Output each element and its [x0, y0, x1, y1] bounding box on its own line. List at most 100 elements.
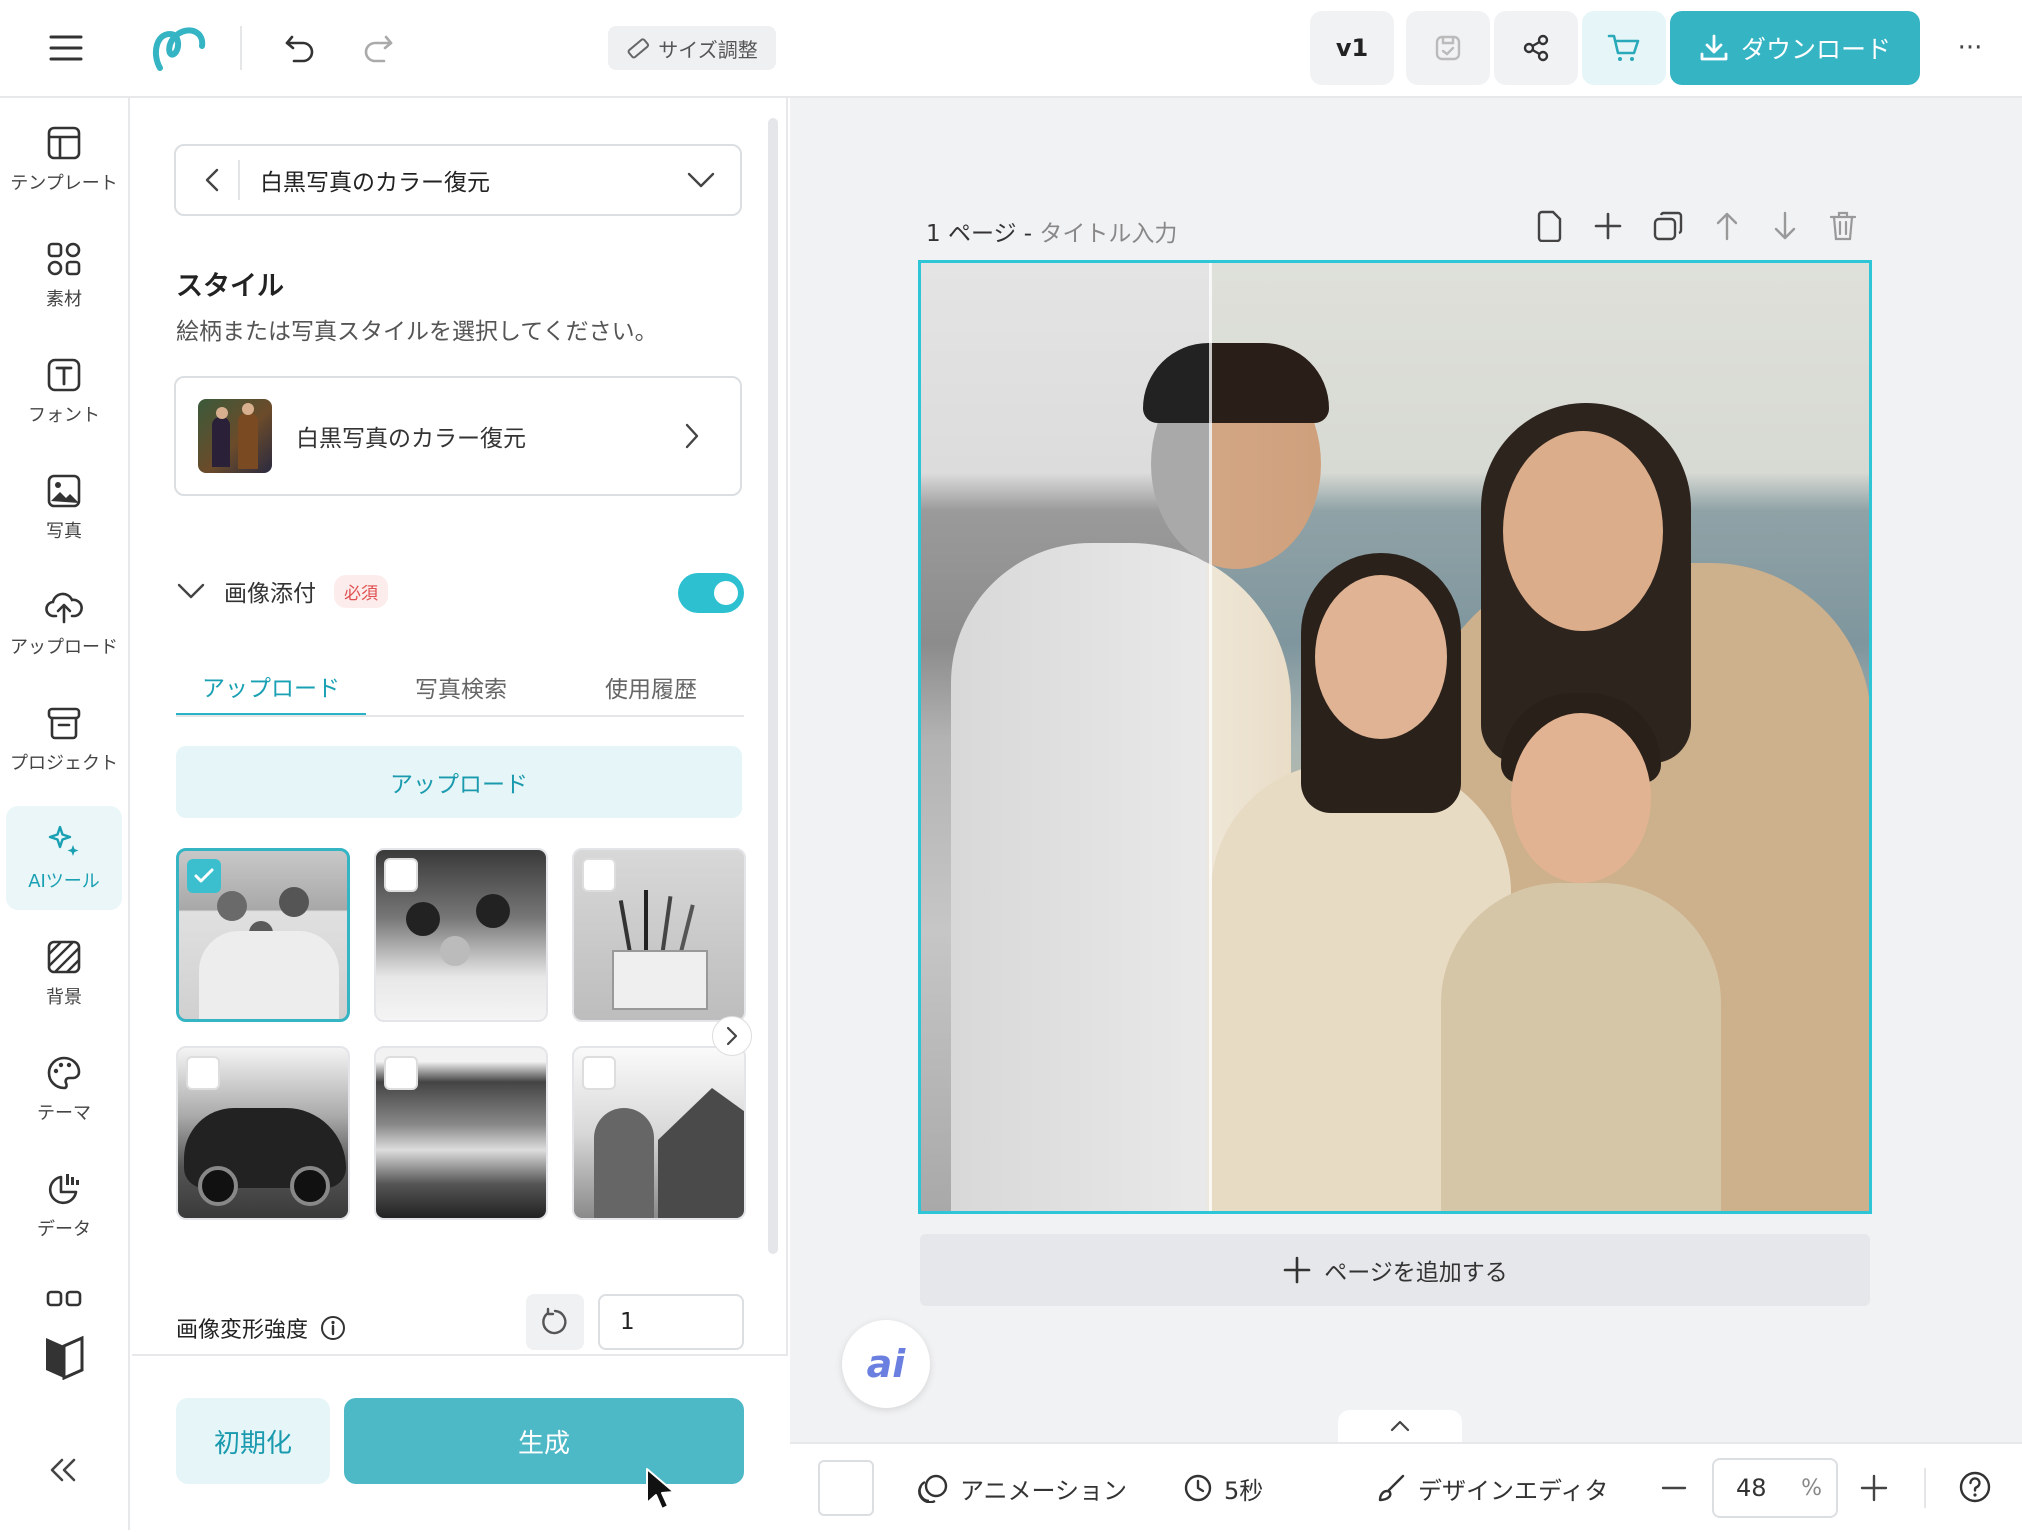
share-button[interactable]: [1494, 11, 1578, 85]
strength-reset-button[interactable]: [526, 1294, 584, 1350]
checkbox-checked[interactable]: [187, 859, 221, 893]
image-thumbnail[interactable]: [176, 848, 350, 1022]
image-thumbnail[interactable]: [374, 1046, 548, 1220]
person-boy: [1441, 883, 1721, 1211]
logo-icon[interactable]: [148, 22, 210, 74]
version-label: v1: [1335, 34, 1369, 62]
rail-item-ai-tools[interactable]: AIツール: [6, 806, 122, 910]
image-thumbnail[interactable]: [572, 1046, 746, 1220]
download-label: ダウンロード: [1740, 35, 1891, 64]
strength-label: 画像変形強度: [176, 1318, 309, 1343]
arrow-down-icon[interactable]: [1770, 210, 1800, 242]
animation-button[interactable]: アニメーション: [916, 1444, 1127, 1532]
undo-icon[interactable]: [280, 28, 320, 68]
zoom-input[interactable]: 48 %: [1712, 1458, 1838, 1518]
rail-item-project[interactable]: プロジェクト: [6, 688, 122, 792]
tool-dropdown[interactable]: 白黒写真のカラー復元: [174, 144, 742, 216]
rail-item-theme[interactable]: テーマ: [6, 1038, 122, 1142]
page-title-input[interactable]: タイトル入力: [1039, 221, 1177, 247]
tab-history[interactable]: 使用履歴: [556, 658, 746, 716]
cart-button[interactable]: [1582, 11, 1666, 85]
father-hair: [1143, 343, 1329, 423]
image-thumbnail[interactable]: [572, 848, 746, 1022]
info-icon[interactable]: [320, 1315, 346, 1341]
thumbnails-next-button[interactable]: [712, 1016, 752, 1056]
attach-label: 画像添付: [224, 581, 316, 607]
ai-sparkle-icon: [46, 823, 82, 859]
redo-icon[interactable]: [358, 28, 398, 68]
expand-pages-button[interactable]: [1338, 1410, 1462, 1442]
zoom-out-icon[interactable]: [1660, 1474, 1688, 1502]
chevron-up-icon: [1390, 1420, 1410, 1432]
add-icon[interactable]: [1592, 210, 1624, 242]
image-thumbnail[interactable]: [176, 1046, 350, 1220]
tab-photo-search[interactable]: 写真検索: [366, 658, 556, 716]
download-button[interactable]: ダウンロード: [1670, 11, 1920, 85]
reset-button[interactable]: 初期化: [176, 1398, 330, 1484]
page-image[interactable]: [918, 260, 1872, 1214]
panel-actions: 初期化 生成: [132, 1354, 788, 1530]
save-button[interactable]: [1406, 11, 1490, 85]
checkbox[interactable]: [186, 1056, 220, 1090]
rail-item-upload[interactable]: アップロード: [6, 572, 122, 676]
generate-button[interactable]: 生成: [344, 1398, 744, 1484]
style-card[interactable]: 白黒写真のカラー復元: [174, 376, 742, 496]
plus-icon: [1282, 1255, 1312, 1285]
duplicate-icon[interactable]: [1652, 210, 1684, 242]
style-card-label: 白黒写真のカラー復元: [296, 426, 526, 452]
back-chevron-icon[interactable]: [204, 167, 220, 193]
rail-item-font[interactable]: フォント: [6, 340, 122, 444]
top-toolbar: サイズ調整 v1 ダウンロード ···: [0, 0, 2022, 98]
attach-section-header[interactable]: 画像添付 必須: [176, 574, 388, 608]
animation-label: アニメーション: [960, 1476, 1128, 1505]
design-editor-button[interactable]: デザインエディタ: [1376, 1444, 1608, 1532]
rail-item-elements[interactable]: 素材: [6, 224, 122, 328]
rail-item-photo[interactable]: 写真: [6, 456, 122, 560]
checkbox[interactable]: [384, 858, 418, 892]
zoom-in-icon[interactable]: [1858, 1472, 1890, 1504]
menu-icon[interactable]: [44, 28, 88, 68]
image-thumbnail[interactable]: [374, 848, 548, 1022]
chevron-down-icon: [176, 582, 206, 600]
add-page-button[interactable]: ページを追加する: [920, 1234, 1870, 1306]
more-options-icon[interactable]: ···: [1950, 28, 1990, 68]
book-icon[interactable]: [44, 1332, 84, 1380]
compare-divider[interactable]: [1209, 263, 1212, 1211]
strength-value: 1: [620, 1309, 635, 1335]
trash-icon[interactable]: [1828, 210, 1858, 242]
panel-scrollbar[interactable]: [768, 118, 778, 1254]
page-thumbnail-swatch[interactable]: [818, 1460, 874, 1516]
strength-input[interactable]: 1: [598, 1294, 744, 1350]
duration-button[interactable]: 5秒: [1182, 1444, 1263, 1532]
tab-history-label: 使用履歴: [605, 677, 697, 703]
bottom-toolbar: アニメーション 5秒 デザインエディタ 48 %: [790, 1442, 2022, 1530]
timer-icon: [1182, 1472, 1214, 1504]
photo-icon: [46, 473, 82, 509]
attach-toggle[interactable]: [678, 573, 744, 613]
duration-label: 5秒: [1224, 1476, 1264, 1505]
rail-label-theme: テーマ: [37, 1103, 91, 1124]
checkbox[interactable]: [384, 1056, 418, 1090]
rail-item-data[interactable]: データ: [6, 1154, 122, 1258]
rail-item-background[interactable]: 背景: [6, 922, 122, 1026]
rail-item-template[interactable]: テンプレート: [6, 108, 122, 212]
save-icon: [1433, 33, 1463, 63]
rail-label-background: 背景: [46, 987, 82, 1008]
rail-label-ai-tools: AIツール: [28, 871, 100, 892]
tab-upload[interactable]: アップロード: [176, 658, 366, 716]
resize-button[interactable]: サイズ調整: [608, 26, 776, 70]
style-thumbnail: [198, 399, 272, 473]
ai-assistant-button[interactable]: ai: [842, 1320, 930, 1408]
arrow-up-icon[interactable]: [1712, 210, 1742, 242]
help-icon[interactable]: [1958, 1470, 1992, 1504]
checkbox[interactable]: [582, 1056, 616, 1090]
palette-icon: [46, 1055, 82, 1091]
upload-button[interactable]: アップロード: [176, 746, 742, 818]
rail-more-icon[interactable]: [46, 1290, 82, 1310]
chevron-right-icon: [726, 1026, 738, 1046]
font-icon: [46, 357, 82, 393]
version-button[interactable]: v1: [1310, 11, 1394, 85]
page-icon[interactable]: [1534, 210, 1564, 242]
checkbox[interactable]: [582, 858, 616, 892]
collapse-rail-icon[interactable]: [48, 1456, 78, 1484]
